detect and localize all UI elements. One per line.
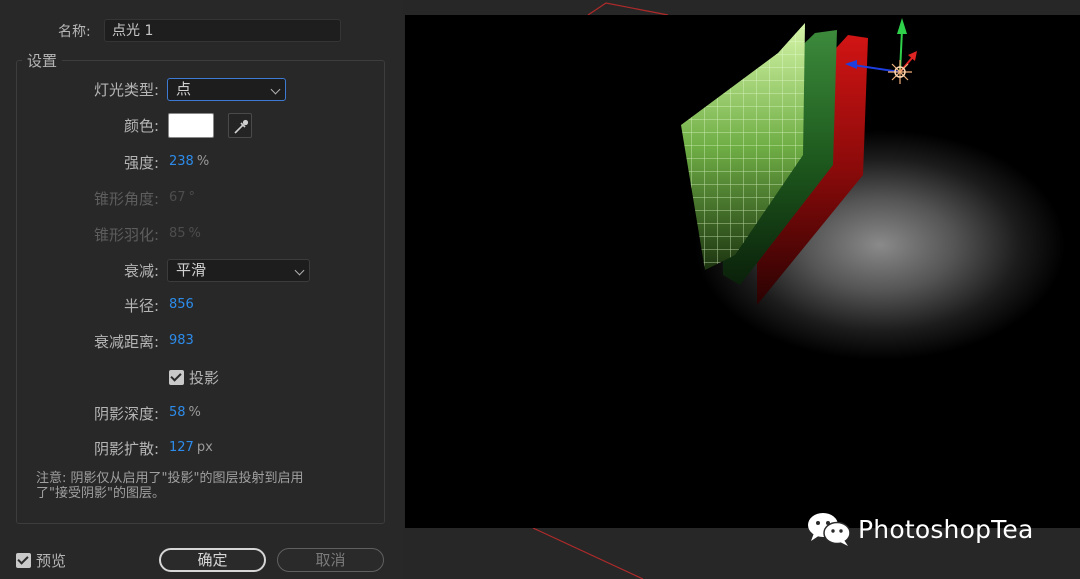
light-settings-dialog: 名称: 点光 1 设置 灯光类型: 点 颜色: 强度: 238% 锥形角度: 6… xyxy=(0,0,403,579)
chevron-down-icon xyxy=(294,265,305,276)
falloff-distance-value[interactable]: 983 xyxy=(169,333,194,348)
intensity-value[interactable]: 238% xyxy=(169,154,209,169)
shadow-darkness-number: 58 xyxy=(169,405,186,420)
cone-feather-label: 锥形羽化: xyxy=(93,226,159,244)
shadow-note-line-1: 注意: 阴影仅从启用了"投影"的图层投射到启用 xyxy=(36,471,304,486)
preview-checkbox[interactable] xyxy=(16,553,31,568)
wechat-icon xyxy=(808,513,851,546)
shadow-diffusion-unit: px xyxy=(196,440,213,455)
composition-viewport[interactable] xyxy=(403,0,1080,579)
shadow-diffusion-label: 阴影扩散: xyxy=(93,440,159,458)
eyedropper-button[interactable] xyxy=(228,113,252,138)
name-label: 名称: xyxy=(58,24,91,40)
preview-label: 预览 xyxy=(36,552,67,570)
cancel-button[interactable]: 取消 xyxy=(277,548,384,572)
light-type-value: 点 xyxy=(176,80,192,98)
cone-angle-value: 67 ° xyxy=(169,190,195,205)
cone-angle-number: 67 xyxy=(169,190,186,205)
name-input[interactable]: 点光 1 xyxy=(104,19,341,42)
3d-scene xyxy=(681,18,1065,360)
composition-canvas[interactable] xyxy=(405,15,1080,528)
shadow-note: 注意: 阴影仅从启用了"投影"的图层投射到启用 了"接受阴影"的图层。 xyxy=(36,471,356,501)
light-type-select[interactable]: 点 xyxy=(167,78,286,101)
casts-shadows-label: 投影 xyxy=(189,369,220,387)
shadow-darkness-unit: % xyxy=(188,405,201,420)
intensity-number: 238 xyxy=(169,154,194,169)
shadow-note-line-2: 了"接受阴影"的图层。 xyxy=(36,486,165,501)
falloff-value: 平滑 xyxy=(176,261,207,279)
falloff-label: 衰减: xyxy=(123,262,159,280)
cone-angle-unit: ° xyxy=(188,190,196,205)
shadow-diffusion-value[interactable]: 127 px xyxy=(169,440,213,455)
color-label: 颜色: xyxy=(123,117,159,135)
cone-feather-number: 85 xyxy=(169,226,186,241)
cone-feather-value: 85% xyxy=(169,226,201,241)
casts-shadows-checkbox[interactable] xyxy=(169,370,184,385)
cone-angle-label: 锥形角度: xyxy=(93,190,159,208)
color-swatch[interactable] xyxy=(168,113,214,138)
radius-value[interactable]: 856 xyxy=(169,297,194,312)
settings-group-label: 设置 xyxy=(22,50,63,71)
chevron-down-icon xyxy=(270,84,281,95)
shadow-diffusion-number: 127 xyxy=(169,440,194,455)
intensity-unit: % xyxy=(196,154,210,169)
light-type-label: 灯光类型: xyxy=(93,81,159,99)
watermark-text: PhotoshopTea xyxy=(858,514,1034,544)
shadow-darkness-label: 阴影深度: xyxy=(93,405,159,423)
cone-feather-unit: % xyxy=(188,226,201,241)
falloff-select[interactable]: 平滑 xyxy=(167,259,310,282)
radius-label: 半径: xyxy=(123,297,159,315)
eyedropper-icon xyxy=(234,119,249,134)
intensity-label: 强度: xyxy=(123,154,159,172)
ok-button[interactable]: 确定 xyxy=(159,548,266,572)
falloff-distance-label: 衰减距离: xyxy=(93,333,159,351)
watermark: PhotoshopTea xyxy=(806,511,1033,547)
shadow-darkness-value[interactable]: 58% xyxy=(169,405,201,420)
